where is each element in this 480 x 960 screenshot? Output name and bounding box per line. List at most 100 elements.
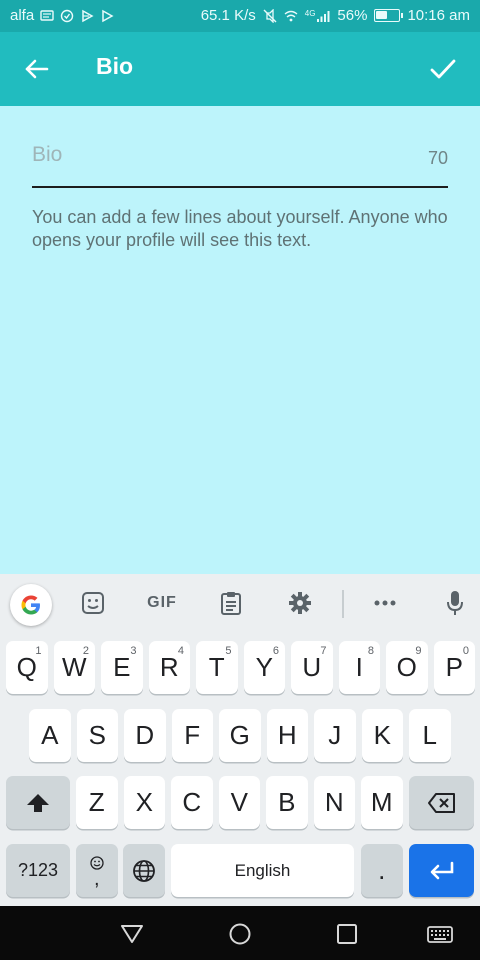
backspace-key[interactable] [409, 776, 474, 829]
key-l[interactable]: L [409, 709, 451, 762]
sticker-icon[interactable] [78, 588, 108, 618]
key-u-label: U [302, 652, 322, 682]
key-d-label: D [135, 720, 155, 750]
app-notification-icon [60, 9, 74, 22]
wifi-icon [284, 10, 298, 21]
clipboard-icon[interactable] [216, 588, 246, 618]
keyboard-switch-icon[interactable] [426, 920, 454, 948]
key-a-label: A [41, 720, 59, 750]
navigation-bar [0, 906, 480, 960]
key-c[interactable]: C [171, 776, 213, 829]
globe-icon [132, 859, 155, 882]
key-d[interactable]: D [124, 709, 166, 762]
home-circle-icon[interactable] [226, 920, 254, 948]
carrier-label: alfa [10, 7, 35, 24]
period-key-label: . [378, 855, 386, 885]
play-store-icon [82, 9, 94, 22]
key-e-label: E [113, 652, 131, 682]
space-key[interactable]: English [171, 844, 354, 897]
key-q[interactable]: Q1 [6, 641, 48, 694]
key-i[interactable]: I8 [338, 641, 380, 694]
key-p-label: P [445, 652, 463, 682]
key-l-label: L [422, 720, 437, 750]
key-h[interactable]: H [266, 709, 308, 762]
key-j[interactable]: J [314, 709, 356, 762]
space-key-label: English [234, 860, 291, 880]
toolbar-divider [342, 590, 344, 618]
key-m-label: M [370, 787, 393, 817]
comma-label: , [93, 867, 100, 890]
key-s-label: S [88, 720, 106, 750]
signal-icon [317, 10, 330, 22]
recents-square-icon[interactable] [333, 920, 361, 948]
key-r[interactable]: R4 [148, 641, 190, 694]
bio-field-row: 70 [32, 106, 448, 188]
back-arrow-icon[interactable] [22, 54, 52, 84]
key-t-label: T [208, 652, 225, 682]
key-x[interactable]: X [123, 776, 165, 829]
enter-arrow-icon [430, 861, 453, 879]
battery-icon [374, 9, 404, 22]
key-x-label: X [135, 787, 153, 817]
key-y[interactable]: Y6 [243, 641, 285, 694]
character-counter: 70 [427, 148, 448, 168]
shift-arrow-icon [27, 793, 49, 812]
play-store-icon [102, 9, 114, 22]
key-f[interactable]: F [171, 709, 213, 762]
key-p[interactable]: P0 [433, 641, 475, 694]
key-z[interactable]: Z [76, 776, 118, 829]
key-e[interactable]: E3 [101, 641, 143, 694]
key-p-hint: 0 [462, 645, 469, 657]
key-j-label: J [328, 720, 342, 750]
network-speed: 65.1 K/s [200, 7, 256, 24]
key-g-label: G [229, 720, 250, 750]
clock: 10:16 am [407, 7, 470, 24]
key-q-hint: 1 [35, 645, 42, 657]
key-r-hint: 4 [177, 645, 184, 657]
key-r-label: R [159, 652, 179, 682]
soft-keyboard: GIF Q1W2E3R4T5Y6U7I8O9P0ASDFGHJKLZXCVBNM… [0, 574, 480, 906]
checkmark-icon[interactable] [428, 54, 458, 84]
key-e-hint: 3 [130, 645, 137, 657]
key-b[interactable]: B [266, 776, 308, 829]
key-g[interactable]: G [219, 709, 261, 762]
emoji-comma-key[interactable]: , [76, 844, 118, 897]
microphone-icon[interactable] [440, 588, 470, 618]
key-s[interactable]: S [76, 709, 118, 762]
more-options-icon[interactable] [370, 588, 400, 618]
mute-icon [263, 8, 277, 23]
key-n-label: N [324, 787, 344, 817]
bio-help-text: You can add a few lines about yourself. … [32, 207, 448, 250]
key-o[interactable]: O9 [386, 641, 428, 694]
key-i-label: I [355, 652, 363, 682]
key-k[interactable]: K [361, 709, 403, 762]
key-t[interactable]: T5 [196, 641, 238, 694]
network-type: 4G [304, 8, 316, 18]
key-t-hint: 5 [225, 645, 232, 657]
key-w-hint: 2 [82, 645, 89, 657]
key-m[interactable]: M [361, 776, 403, 829]
key-a[interactable]: A [29, 709, 71, 762]
key-i-hint: 8 [367, 645, 374, 657]
shift-key[interactable] [6, 776, 70, 829]
google-icon[interactable] [10, 584, 52, 626]
key-b-label: B [278, 787, 296, 817]
keyboard-toolbar: GIF [0, 574, 480, 632]
key-q-label: Q [16, 652, 37, 682]
battery-percent: 56% [337, 7, 368, 24]
bio-input[interactable] [32, 140, 392, 170]
back-triangle-icon[interactable] [118, 920, 146, 948]
key-c-label: C [182, 787, 202, 817]
period-key[interactable]: . [361, 844, 403, 897]
gear-icon[interactable] [285, 588, 315, 618]
symbols-key[interactable]: ?123 [6, 844, 70, 897]
key-w[interactable]: W2 [53, 641, 95, 694]
language-key[interactable] [123, 844, 165, 897]
key-n[interactable]: N [313, 776, 355, 829]
app-bar: Bio [0, 32, 480, 106]
key-v[interactable]: V [218, 776, 260, 829]
key-z-label: Z [88, 787, 105, 817]
gif-button[interactable]: GIF [140, 588, 184, 618]
key-u[interactable]: U7 [291, 641, 333, 694]
enter-key[interactable] [409, 844, 474, 897]
